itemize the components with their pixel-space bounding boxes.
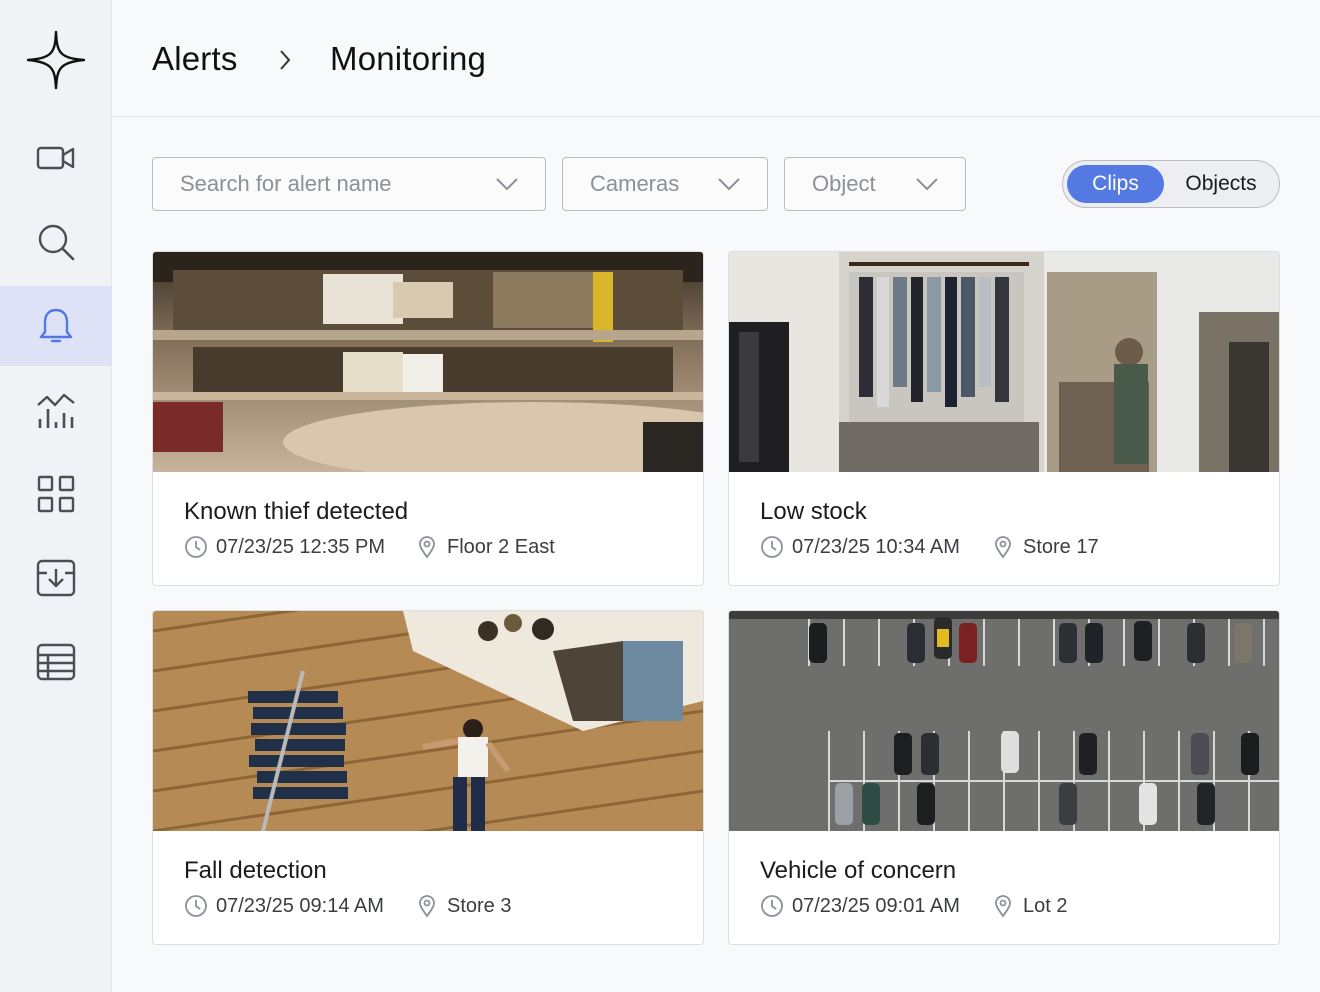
objects-toggle-option[interactable]: Objects — [1167, 165, 1275, 203]
alert-card[interactable]: Low stock 07/23/25 10:34 AM Store 17 — [728, 251, 1280, 586]
analytics-chart-icon — [37, 393, 75, 428]
alert-time: 07/23/25 12:35 PM — [184, 535, 385, 559]
download-box-icon — [36, 559, 76, 597]
alert-card[interactable]: Fall detection 07/23/25 09:14 AM Store 3 — [152, 610, 704, 945]
alert-location-text: Floor 2 East — [447, 535, 555, 558]
clips-toggle-option[interactable]: Clips — [1067, 165, 1164, 203]
alert-location: Store 3 — [415, 894, 511, 918]
alert-time: 07/23/25 09:14 AM — [184, 894, 384, 918]
alert-time: 07/23/25 10:34 AM — [760, 535, 960, 559]
alert-time-text: 07/23/25 12:35 PM — [216, 535, 386, 558]
location-pin-icon — [419, 536, 435, 559]
alert-thumbnail-floor — [153, 611, 703, 831]
chevron-down-icon — [496, 178, 518, 191]
object-dropdown[interactable]: Object — [784, 157, 966, 211]
alert-location: Lot 2 — [991, 894, 1067, 918]
sidebar-item-analytics[interactable] — [0, 370, 112, 450]
alert-time-text: 07/23/25 09:01 AM — [792, 894, 960, 917]
view-toggle: Clips Objects — [1062, 160, 1280, 208]
alert-location: Floor 2 East — [415, 535, 555, 559]
chevron-down-icon — [718, 178, 740, 191]
page-title: Monitoring — [330, 40, 487, 77]
clock-icon — [185, 536, 207, 558]
cameras-label: Cameras — [590, 171, 680, 196]
clock-icon — [761, 895, 783, 917]
breadcrumb-alerts[interactable]: Alerts — [152, 40, 238, 78]
search-placeholder: Search for alert name — [180, 171, 392, 196]
sidebar-item-search[interactable] — [0, 202, 112, 282]
alert-location-text: Store 3 — [447, 894, 512, 917]
alert-thumbnail-mall — [153, 252, 703, 472]
sidebar-item-reports[interactable] — [0, 622, 112, 702]
alert-location-text: Lot 2 — [1023, 894, 1068, 917]
alert-thumbnail-store — [729, 252, 1279, 472]
bell-icon — [39, 308, 73, 343]
topbar: Alerts Monitoring — [112, 0, 1320, 117]
alert-time: 07/23/25 09:01 AM — [760, 894, 960, 918]
table-icon — [36, 643, 76, 681]
alert-title: Known thief detected — [184, 498, 409, 525]
alert-title: Low stock — [760, 498, 867, 525]
alert-location-text: Store 17 — [1023, 535, 1099, 558]
alert-time-text: 07/23/25 10:34 AM — [792, 535, 960, 558]
grid-icon — [37, 475, 75, 513]
search-icon — [38, 224, 75, 261]
sidebar-item-dashboard[interactable] — [0, 454, 112, 534]
chevron-right-icon — [280, 50, 291, 70]
clock-icon — [185, 895, 207, 917]
alert-time-text: 07/23/25 09:14 AM — [216, 894, 384, 917]
sparkle-logo-icon[interactable] — [26, 30, 86, 90]
object-label: Object — [812, 171, 876, 196]
sidebar-item-archive[interactable] — [0, 538, 112, 618]
sidebar-item-cameras[interactable] — [0, 118, 112, 198]
location-pin-icon — [995, 536, 1011, 559]
clock-icon — [761, 536, 783, 558]
sidebar-item-alerts[interactable] — [0, 286, 112, 366]
search-input[interactable]: Search for alert name — [152, 157, 546, 211]
cameras-dropdown[interactable]: Cameras — [562, 157, 768, 211]
alert-thumbnail-parking — [729, 611, 1279, 831]
alert-title: Fall detection — [184, 857, 327, 884]
alert-location: Store 17 — [991, 535, 1099, 559]
location-pin-icon — [995, 895, 1011, 918]
alert-card[interactable]: Known thief detected 07/23/25 12:35 PM F… — [152, 251, 704, 586]
location-pin-icon — [419, 895, 435, 918]
alert-title: Vehicle of concern — [760, 857, 957, 884]
alert-card[interactable]: Vehicle of concern 07/23/25 09:01 AM Lot… — [728, 610, 1280, 945]
chevron-down-icon — [916, 178, 938, 191]
sidebar — [0, 0, 112, 992]
video-camera-icon — [36, 146, 75, 170]
